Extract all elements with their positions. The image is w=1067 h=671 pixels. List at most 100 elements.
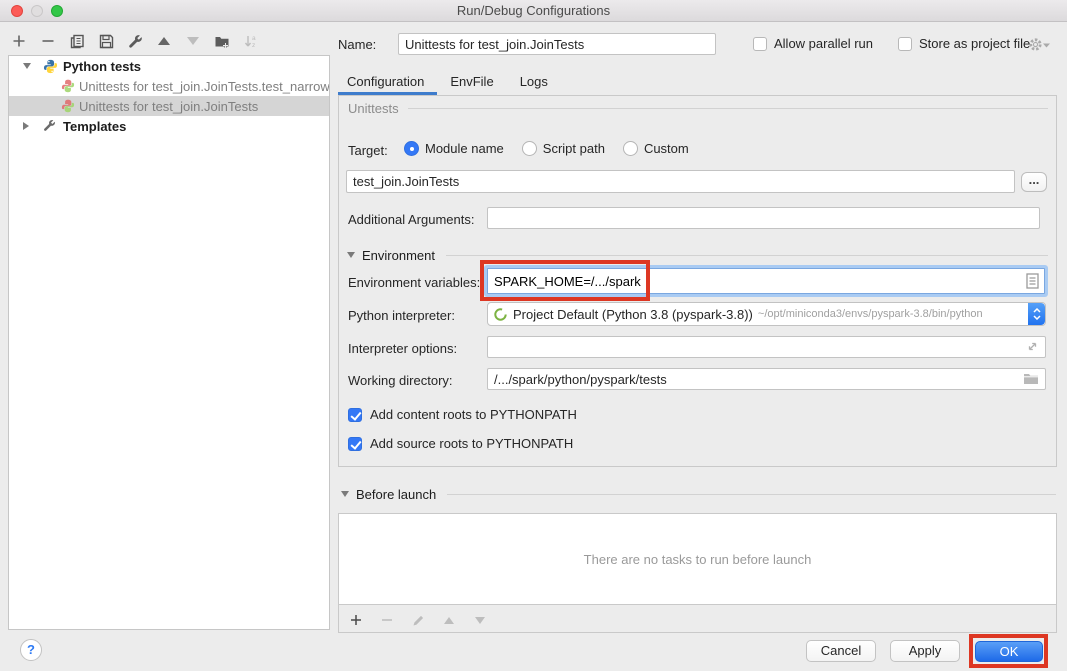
add-source-roots-checkbox[interactable]: Add source roots to PYTHONPATH bbox=[348, 436, 573, 451]
plus-icon bbox=[350, 614, 362, 626]
before-launch-toolbar bbox=[339, 605, 1056, 629]
edit-variables-icon[interactable] bbox=[1026, 273, 1039, 289]
tab-envfile[interactable]: EnvFile bbox=[450, 74, 493, 89]
radio-unselected-icon[interactable] bbox=[522, 141, 537, 156]
minus-icon bbox=[41, 34, 55, 48]
allow-parallel-run-checkbox[interactable]: Allow parallel run bbox=[753, 36, 873, 51]
before-launch-panel: There are no tasks to run before launch bbox=[338, 513, 1057, 633]
remove-task-button bbox=[378, 611, 396, 629]
store-as-project-file-checkbox[interactable]: Store as project file bbox=[898, 36, 1030, 51]
move-up-button[interactable] bbox=[155, 32, 173, 50]
move-task-up-button bbox=[440, 611, 458, 629]
remove-configuration-button[interactable] bbox=[39, 32, 57, 50]
chevron-up-icon bbox=[1033, 308, 1041, 313]
minus-icon bbox=[381, 614, 393, 626]
tree-item-label: Python tests bbox=[63, 59, 141, 74]
before-launch-section-label[interactable]: Before launch bbox=[356, 487, 436, 502]
apply-button[interactable]: Apply bbox=[890, 640, 960, 662]
environment-variables-field[interactable] bbox=[487, 268, 1045, 294]
save-configuration-button[interactable] bbox=[97, 32, 115, 50]
working-directory-input[interactable] bbox=[488, 369, 1045, 389]
interpreter-options-label: Interpreter options: bbox=[348, 341, 457, 356]
browse-module-button[interactable]: ... bbox=[1021, 172, 1047, 192]
tree-item-python-tests[interactable]: Python tests bbox=[9, 56, 329, 76]
target-option-module-name[interactable]: Module name bbox=[425, 141, 504, 156]
svg-text:a: a bbox=[252, 35, 256, 42]
tab-logs[interactable]: Logs bbox=[520, 74, 548, 89]
add-configuration-button[interactable] bbox=[10, 32, 28, 50]
move-task-down-button bbox=[471, 611, 489, 629]
target-radio-group: Module name Script path Custom bbox=[404, 141, 689, 156]
before-launch-empty-text: There are no tasks to run before launch bbox=[584, 552, 812, 567]
environment-variables-input[interactable] bbox=[488, 269, 1018, 293]
copy-configuration-button[interactable] bbox=[68, 32, 86, 50]
python-test-icon bbox=[61, 79, 75, 93]
wrench-icon bbox=[43, 119, 56, 132]
python-interpreter-select[interactable]: Project Default (Python 3.8 (pyspark-3.8… bbox=[487, 302, 1046, 326]
python-test-icon bbox=[61, 99, 75, 113]
add-source-roots-label: Add source roots to PYTHONPATH bbox=[370, 436, 573, 451]
wrench-icon bbox=[128, 34, 143, 49]
tab-configuration[interactable]: Configuration bbox=[347, 74, 424, 89]
window-title: Run/Debug Configurations bbox=[0, 3, 1067, 18]
section-divider bbox=[447, 494, 1056, 495]
svg-text:z: z bbox=[252, 42, 255, 49]
section-divider bbox=[446, 255, 1048, 256]
checkbox-unchecked-icon[interactable] bbox=[753, 37, 767, 51]
target-label: Target: bbox=[348, 143, 388, 158]
move-down-button bbox=[184, 32, 202, 50]
arrow-down-icon bbox=[187, 37, 199, 45]
gear-icon bbox=[1028, 37, 1043, 52]
radio-unselected-icon[interactable] bbox=[623, 141, 638, 156]
edit-templates-button[interactable] bbox=[126, 32, 144, 50]
before-launch-task-list[interactable]: There are no tasks to run before launch bbox=[339, 514, 1056, 605]
unittests-section-label: Unittests bbox=[348, 101, 399, 116]
help-button[interactable]: ? bbox=[20, 639, 42, 661]
chevron-down-icon[interactable] bbox=[347, 252, 355, 258]
chevron-down-icon[interactable] bbox=[341, 491, 349, 497]
arrow-up-icon bbox=[444, 617, 454, 624]
tree-item-label: Unittests for test_join.JoinTests.test_n… bbox=[79, 79, 329, 94]
chevron-down-icon bbox=[1043, 42, 1050, 48]
ok-button[interactable]: OK bbox=[975, 641, 1043, 662]
arrow-down-icon bbox=[475, 617, 485, 624]
chevron-down-icon[interactable] bbox=[23, 63, 31, 69]
name-input[interactable] bbox=[398, 33, 716, 55]
new-folder-button[interactable] bbox=[213, 32, 231, 50]
cancel-button[interactable]: Cancel bbox=[806, 640, 876, 662]
checkbox-checked-icon[interactable] bbox=[348, 408, 362, 422]
module-name-input[interactable] bbox=[347, 171, 1014, 192]
plus-icon bbox=[12, 34, 26, 48]
checkbox-checked-icon[interactable] bbox=[348, 437, 362, 451]
chevron-right-icon[interactable] bbox=[23, 122, 29, 130]
titlebar: Run/Debug Configurations bbox=[0, 0, 1067, 22]
target-option-script-path[interactable]: Script path bbox=[543, 141, 605, 156]
python-icon bbox=[43, 59, 58, 74]
add-content-roots-checkbox[interactable]: Add content roots to PYTHONPATH bbox=[348, 407, 577, 422]
checkbox-unchecked-icon[interactable] bbox=[898, 37, 912, 51]
expand-field-icon[interactable] bbox=[1026, 340, 1039, 353]
tab-bar: Configuration EnvFile Logs bbox=[347, 68, 548, 94]
python-interpreter-value: Project Default (Python 3.8 (pyspark-3.8… bbox=[513, 307, 753, 322]
sort-configurations-button: a z bbox=[242, 32, 260, 50]
sort-az-icon: a z bbox=[243, 34, 259, 49]
store-options-button[interactable] bbox=[1028, 37, 1050, 52]
folder-icon[interactable] bbox=[1023, 372, 1039, 385]
tree-item-unittest-jointests-selected[interactable]: Unittests for test_join.JoinTests bbox=[9, 96, 329, 116]
copy-icon bbox=[70, 34, 85, 49]
radio-selected-icon[interactable] bbox=[404, 141, 419, 156]
interpreter-options-input[interactable] bbox=[488, 337, 1045, 357]
chevron-down-icon bbox=[1033, 315, 1041, 320]
target-option-custom[interactable]: Custom bbox=[644, 141, 689, 156]
working-directory-label: Working directory: bbox=[348, 373, 453, 388]
add-task-button[interactable] bbox=[347, 611, 365, 629]
environment-variables-label: Environment variables: bbox=[348, 275, 480, 290]
tree-item-templates[interactable]: Templates bbox=[9, 116, 329, 136]
environment-section-label[interactable]: Environment bbox=[362, 248, 435, 263]
edit-task-button bbox=[409, 611, 427, 629]
save-icon bbox=[99, 34, 114, 49]
tree-item-unittest-narrow[interactable]: Unittests for test_join.JoinTests.test_n… bbox=[9, 76, 329, 96]
python-interpreter-label: Python interpreter: bbox=[348, 308, 455, 323]
additional-arguments-input[interactable] bbox=[488, 208, 1039, 228]
select-stepper-button[interactable] bbox=[1028, 303, 1045, 325]
